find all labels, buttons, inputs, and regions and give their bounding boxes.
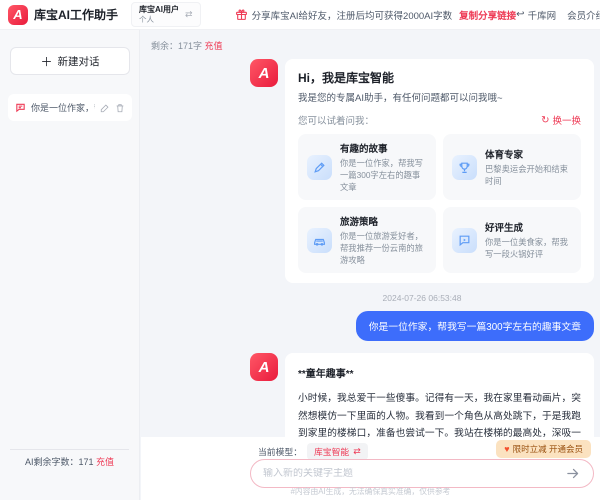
share-banner-text: 分享库宝AI给好友，注册后均可获得2000AI字数	[252, 8, 453, 22]
heart-icon: ♥	[504, 444, 509, 454]
chat-quota: 剩余：171字 充值	[151, 39, 600, 52]
suggestion-card-story[interactable]: 有趣的故事 你是一位作家，帮我写一篇300字左右的趣事文章	[298, 134, 436, 200]
assistant-avatar: A	[250, 59, 278, 87]
swap-icon: ⇄	[353, 446, 361, 457]
suggestion-desc: 巴黎奥运会开始和结束时间	[485, 163, 572, 187]
chat-bubble-icon	[15, 102, 26, 113]
return-arrow-icon: ↩	[516, 9, 524, 20]
header-right: ↩ 千库网 会员介绍 ♥ 限时立减	[516, 4, 600, 25]
suggestion-desc: 你是一位旅游爱好者，帮我推荐一份云南的旅游攻略	[340, 230, 427, 266]
welcome-subtitle: 我是您的专属AI助手，有任何问题都可以问我哦~	[298, 90, 581, 104]
header-bar: A 库宝AI工作助手 库宝AI用户 个人 ⇄ 分享库宝AI给好友，注册后均可获得…	[0, 0, 600, 30]
suggestion-card-travel[interactable]: 旅游策略 你是一位旅游爱好者，帮我推荐一份云南的旅游攻略	[298, 207, 436, 273]
suggestion-title: 体育专家	[485, 147, 572, 161]
plus-icon: ＋	[40, 53, 52, 70]
model-name: 库宝智能	[314, 445, 349, 458]
message-input[interactable]	[263, 468, 558, 479]
main-panel: 剩余：171字 充值 A Hi，我是库宝智能 我是您的专属AI助手，有任何问题都…	[141, 30, 600, 500]
user-message-row: 你是一位作家，帮我写一篇300字左右的趣事文章	[250, 311, 594, 341]
quota-remaining-label: AI剩余字数：171	[25, 457, 94, 467]
suggestion-desc: 你是一位美食家，帮我写一段火锅好评	[485, 236, 572, 260]
suggestion-card-review[interactable]: 好评生成 你是一位美食家，帮我写一段火锅好评	[443, 207, 581, 273]
edit-icon[interactable]	[100, 103, 110, 113]
assistant-avatar: A	[250, 353, 278, 381]
sidebar-quota: AI剩余字数：171 充值	[0, 455, 139, 468]
trophy-icon	[452, 155, 477, 180]
suggestion-title: 好评生成	[485, 220, 572, 234]
refresh-suggestions-button[interactable]: ↻ 换一换	[541, 113, 581, 127]
app-title: 库宝AI工作助手	[34, 6, 118, 23]
assistant-message-title: **童年趣事**	[298, 365, 581, 380]
ai-disclaimer: #内容由AI生成，无法确保真实准确，仅供参考	[141, 486, 600, 497]
assistant-message: A **童年趣事** 小时候，我总爱干一些傻事。记得有一天，我在家里看动画片，突…	[250, 353, 594, 437]
suggestion-title: 有趣的故事	[340, 141, 427, 155]
member-intro-link[interactable]: 会员介绍	[567, 8, 600, 22]
chat-scroll-area[interactable]: 剩余：171字 充值 A Hi，我是库宝智能 我是您的专属AI助手，有任何问题都…	[141, 30, 600, 437]
model-selector-row: 当前模型： 库宝智能 ⇄	[258, 443, 368, 460]
chat-history-item[interactable]: 你是一位作家，帮...	[8, 94, 132, 121]
welcome-title: Hi，我是库宝智能	[298, 69, 581, 86]
chat-history-title: 你是一位作家，帮...	[31, 101, 95, 114]
pencil-icon	[307, 155, 332, 180]
sidebar: ＋ 新建对话 你是一位作家，帮... AI剩余字数：17	[0, 30, 140, 500]
send-button[interactable]	[566, 466, 581, 481]
welcome-message: A Hi，我是库宝智能 我是您的专属AI助手，有任何问题都可以问我哦~ 您可以试…	[250, 59, 594, 283]
sidebar-divider	[10, 449, 129, 450]
model-switch-pill[interactable]: 库宝智能 ⇄	[307, 443, 368, 460]
assistant-message-card: **童年趣事** 小时候，我总爱干一些傻事。记得有一天，我在家里看动画片，突然想…	[285, 353, 594, 437]
user-type: 个人	[139, 15, 179, 24]
review-icon	[452, 228, 477, 253]
site-home-link[interactable]: ↩ 千库网	[516, 8, 556, 22]
suggestion-title: 旅游策略	[340, 214, 427, 228]
travel-icon	[307, 228, 332, 253]
copy-share-link[interactable]: 复制分享链接	[459, 8, 516, 22]
new-chat-button[interactable]: ＋ 新建对话	[10, 47, 130, 75]
suggestion-card-sports[interactable]: 体育专家 巴黎奥运会开始和结束时间	[443, 134, 581, 200]
message-timestamp: 2024-07-26 06:53:48	[250, 293, 594, 303]
model-label: 当前模型：	[258, 445, 302, 458]
chat-recharge-link[interactable]: 充值	[205, 41, 223, 51]
share-banner: 分享库宝AI给好友，注册后均可获得2000AI字数 复制分享链接	[235, 8, 517, 22]
welcome-hint: 您可以试着问我：	[298, 113, 374, 127]
suggestion-desc: 你是一位作家，帮我写一篇300字左右的趣事文章	[340, 157, 427, 193]
gift-icon	[235, 8, 248, 21]
recharge-link[interactable]: 充值	[96, 457, 114, 467]
composer-bar: 当前模型： 库宝智能 ⇄ ♥ 限时立减 开通会员 #内容由AI生成，无法确保真实…	[141, 437, 600, 500]
swap-icon: ⇄	[185, 9, 193, 20]
vip-promo-tag[interactable]: ♥ 限时立减 开通会员	[496, 440, 591, 458]
chat-quota-label: 剩余：171字	[151, 41, 202, 51]
assistant-paragraph: 小时候，我总爱干一些傻事。记得有一天，我在家里看动画片，突然想模仿一下里面的人物…	[298, 390, 581, 437]
delete-icon[interactable]	[115, 103, 125, 113]
app-logo-icon: A	[8, 5, 28, 25]
refresh-icon: ↻	[541, 115, 549, 126]
user-name: 库宝AI用户	[139, 5, 179, 15]
message-input-wrap	[250, 459, 594, 488]
app-window: A 库宝AI工作助手 库宝AI用户 个人 ⇄ 分享库宝AI给好友，注册后均可获得…	[0, 0, 600, 500]
welcome-card: Hi，我是库宝智能 我是您的专属AI助手，有任何问题都可以问我哦~ 您可以试着问…	[285, 59, 594, 283]
user-account-switcher[interactable]: 库宝AI用户 个人 ⇄	[131, 2, 201, 27]
suggestion-grid: 有趣的故事 你是一位作家，帮我写一篇300字左右的趣事文章	[298, 134, 581, 273]
user-message-bubble: 你是一位作家，帮我写一篇300字左右的趣事文章	[356, 311, 594, 341]
